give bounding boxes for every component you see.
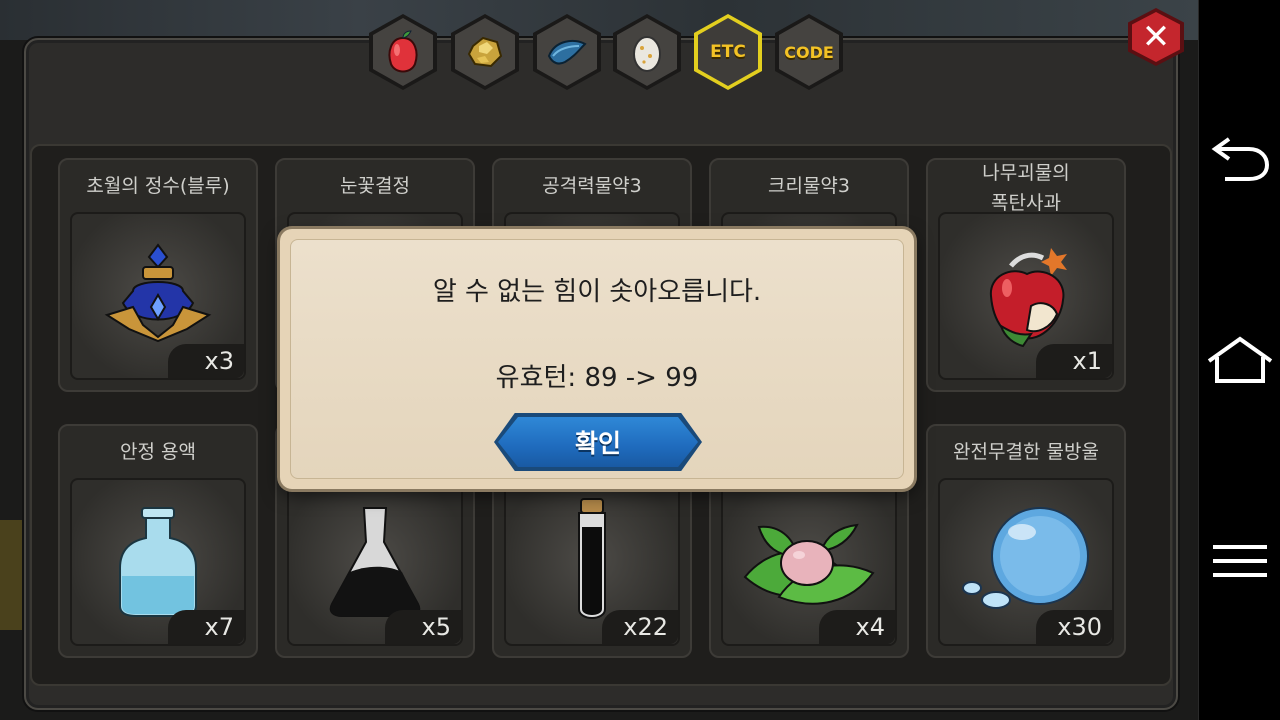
item-slot: x30 (938, 478, 1114, 646)
item-slot: x3 (70, 212, 246, 380)
item-slot: x5 (287, 478, 463, 646)
item-slot: x22 (504, 478, 680, 646)
item-name: 공격력물약3 (542, 175, 642, 197)
bomb-apple-icon (989, 248, 1067, 348)
item-slot: x1 (938, 212, 1114, 380)
item-name: 초월의 정수(블루) (86, 175, 230, 197)
item-name: 눈꽃결정 (340, 175, 410, 197)
confirm-label: 확인 (574, 429, 621, 458)
item-count: x5 (385, 610, 461, 644)
result-dialog: 알 수 없는 힘이 솟아오릅니다. 유효턴: 89 -> 99 확인 (280, 229, 914, 489)
gold-ore-icon (467, 36, 503, 68)
tab-etc-label: ETC (710, 42, 746, 62)
item-slot: x4 (721, 478, 897, 646)
fish-icon (547, 39, 587, 65)
egg-icon (633, 36, 661, 72)
dark-flask-icon (329, 507, 421, 617)
item-name: 완전무결한 물방울 (953, 441, 1099, 463)
fruit-icon (388, 30, 418, 73)
system-nav-bar (1198, 0, 1280, 720)
item-slot: x7 (70, 478, 246, 646)
game-screen: ETC CODE ✕ 초월의 정수(블루) x3 눈꽃결정 공격력물약3 크리물… (0, 0, 1198, 720)
leaf-berry-icon (743, 523, 875, 605)
item-card[interactable]: 안정 용액 x7 (58, 424, 258, 658)
bottle-icon (119, 507, 197, 617)
menu-icon (1213, 545, 1267, 577)
back-icon (1211, 137, 1270, 181)
background-decoration (0, 520, 22, 630)
item-name: 나무괴물의 폭탄사과 (982, 162, 1070, 214)
confirm-button[interactable]: 확인 (494, 413, 702, 471)
dialog-detail: 유효턴: 89 -> 99 (495, 363, 699, 393)
menu-button[interactable] (1199, 536, 1280, 586)
test-tube-icon (578, 498, 606, 619)
dialog-message: 알 수 없는 힘이 솟아오릅니다. (432, 277, 762, 307)
item-card[interactable]: 나무괴물의 폭탄사과 x1 (926, 158, 1126, 392)
item-count: x30 (1036, 610, 1112, 644)
item-name: 크리물약3 (767, 175, 850, 197)
item-count: x4 (819, 610, 895, 644)
close-icon: ✕ (1141, 17, 1171, 57)
item-count: x1 (1036, 344, 1112, 378)
item-card[interactable]: 완전무결한 물방울 x30 (926, 424, 1126, 658)
back-button[interactable] (1199, 130, 1280, 190)
item-count: x22 (602, 610, 678, 644)
home-button[interactable] (1199, 330, 1280, 390)
home-icon (1207, 336, 1273, 383)
water-drop-icon (962, 507, 1089, 609)
item-count: x7 (168, 610, 244, 644)
blue-essence-icon (104, 243, 212, 343)
item-card[interactable]: 초월의 정수(블루) x3 (58, 158, 258, 392)
item-name: 안정 용액 (120, 441, 196, 463)
item-count: x3 (168, 344, 244, 378)
tab-code-label: CODE (784, 42, 834, 62)
